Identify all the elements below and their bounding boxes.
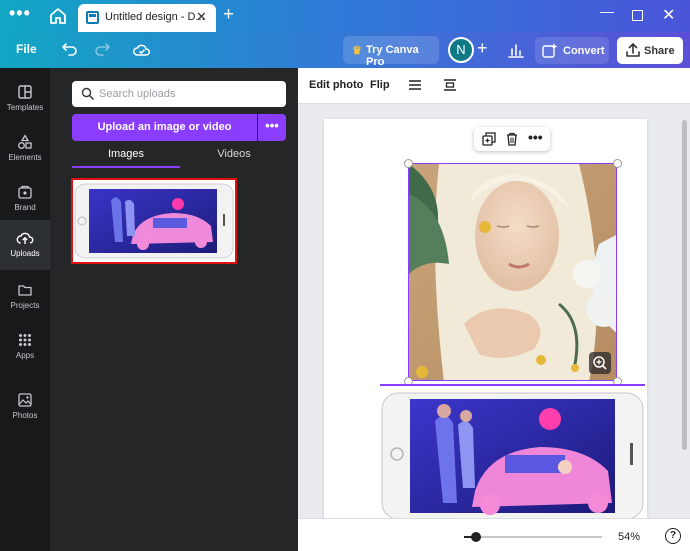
add-member-button[interactable]: + — [477, 38, 488, 59]
home-icon[interactable] — [48, 6, 68, 26]
design-canvas: ••• — [298, 104, 690, 518]
share-upload-icon — [626, 43, 640, 57]
crown-icon: ♛ — [352, 45, 362, 57]
trash-icon[interactable] — [505, 132, 519, 146]
search-input[interactable] — [99, 85, 279, 103]
undo-icon[interactable] — [60, 40, 80, 60]
cloud-saved-icon[interactable] — [132, 40, 152, 60]
file-menu-button[interactable]: File — [16, 42, 37, 56]
minimize-icon[interactable]: — — [600, 3, 614, 19]
zoom-percentage[interactable]: 54% — [618, 531, 640, 543]
upload-more-options-button[interactable]: ••• — [258, 114, 286, 141]
maximize-icon[interactable] — [632, 10, 643, 21]
insights-chart-icon[interactable] — [506, 40, 526, 60]
edit-photo-button[interactable]: Edit photo — [309, 79, 363, 91]
share-button[interactable]: Share — [617, 37, 683, 64]
sidebar-item-label: Photos — [12, 411, 38, 420]
canvas-footer: 54% ? — [298, 518, 690, 551]
tab-title: Untitled design - D... — [105, 11, 205, 23]
side-rail: Templates Elements Brand Uploads Project… — [0, 68, 50, 551]
search-box — [72, 81, 286, 107]
browser-tab[interactable]: Untitled design - D... ✕ — [78, 4, 216, 32]
convert-button[interactable]: Convert — [535, 37, 609, 64]
sidebar-item-templates[interactable]: Templates — [0, 74, 50, 124]
elements-icon — [18, 134, 32, 149]
brand-icon — [18, 185, 32, 199]
resize-handle[interactable] — [613, 159, 622, 168]
sidebar-item-label: Brand — [14, 203, 36, 212]
try-canva-pro-button[interactable]: ♛ Try Canva Pro — [343, 36, 439, 68]
sidebar-item-label: Uploads — [10, 249, 40, 258]
sidebar-item-label: Elements — [8, 153, 42, 162]
help-icon[interactable]: ? — [665, 528, 681, 544]
canva-tab-icon — [86, 11, 99, 24]
sidebar-item-projects[interactable]: Projects — [0, 272, 50, 322]
sidebar-item-label: Apps — [15, 351, 35, 360]
new-tab-button[interactable]: + — [223, 4, 234, 26]
sidebar-item-photos[interactable]: Photos — [0, 382, 50, 432]
border-style-icon[interactable] — [408, 79, 422, 91]
zoom-slider-track[interactable] — [464, 536, 602, 538]
zoom-image-button[interactable] — [589, 352, 611, 374]
phone-car-image[interactable] — [380, 391, 645, 518]
editor-header: File ♛ Try Canva Pro N + Convert Share — [0, 32, 690, 68]
redo-icon[interactable] — [92, 40, 112, 60]
alignment-guide — [380, 384, 645, 386]
element-floating-toolbar: ••• — [474, 127, 550, 151]
design-page[interactable]: ••• — [324, 119, 647, 518]
resize-handle[interactable] — [404, 159, 413, 168]
sidebar-item-label: Projects — [10, 301, 40, 310]
upload-cloud-icon — [16, 232, 34, 244]
image-toolbar: Edit photo Flip — [298, 68, 690, 104]
convert-label: Convert — [563, 45, 605, 57]
sidebar-item-uploads[interactable]: Uploads — [0, 220, 50, 270]
sidebar-item-apps[interactable]: Apps — [0, 322, 50, 372]
phone-car-illustration — [74, 183, 234, 259]
search-icon — [81, 87, 94, 100]
more-options-icon[interactable]: ••• — [528, 129, 543, 145]
close-window-icon[interactable]: ✕ — [662, 5, 675, 25]
uploaded-image-thumbnail[interactable] — [71, 178, 237, 264]
sidebar-item-label: Templates — [6, 103, 44, 112]
tab-videos[interactable]: Videos — [180, 148, 288, 168]
sidebar-item-elements[interactable]: Elements — [0, 124, 50, 174]
spacing-icon[interactable] — [443, 79, 457, 91]
portrait-photo[interactable] — [408, 163, 617, 381]
apps-grid-icon — [19, 334, 31, 346]
sidebar-item-brand[interactable]: Brand — [0, 174, 50, 224]
flip-button[interactable]: Flip — [370, 79, 390, 91]
duplicate-icon[interactable] — [482, 132, 496, 146]
photos-icon — [18, 393, 32, 407]
share-label: Share — [644, 45, 675, 57]
woman-with-flowers-photo — [409, 164, 616, 380]
convert-sparkle-icon — [542, 43, 558, 58]
zoom-slider-handle[interactable] — [471, 532, 482, 542]
menu-dots-icon[interactable]: ••• — [9, 4, 31, 25]
templates-icon — [18, 85, 32, 99]
title-bar: ••• Untitled design - D... ✕ + — ✕ — [0, 0, 690, 32]
folder-icon — [18, 285, 32, 296]
upload-media-button[interactable]: Upload an image or video — [72, 114, 257, 141]
uploads-panel: Upload an image or video ••• Images Vide… — [50, 68, 298, 551]
canvas-scrollbar[interactable] — [682, 120, 687, 450]
tab-images[interactable]: Images — [72, 148, 180, 168]
avatar[interactable]: N — [448, 37, 474, 63]
magnify-plus-icon — [593, 356, 607, 370]
tab-close-icon[interactable]: ✕ — [196, 9, 207, 25]
try-canva-pro-label: Try Canva Pro — [366, 44, 419, 68]
